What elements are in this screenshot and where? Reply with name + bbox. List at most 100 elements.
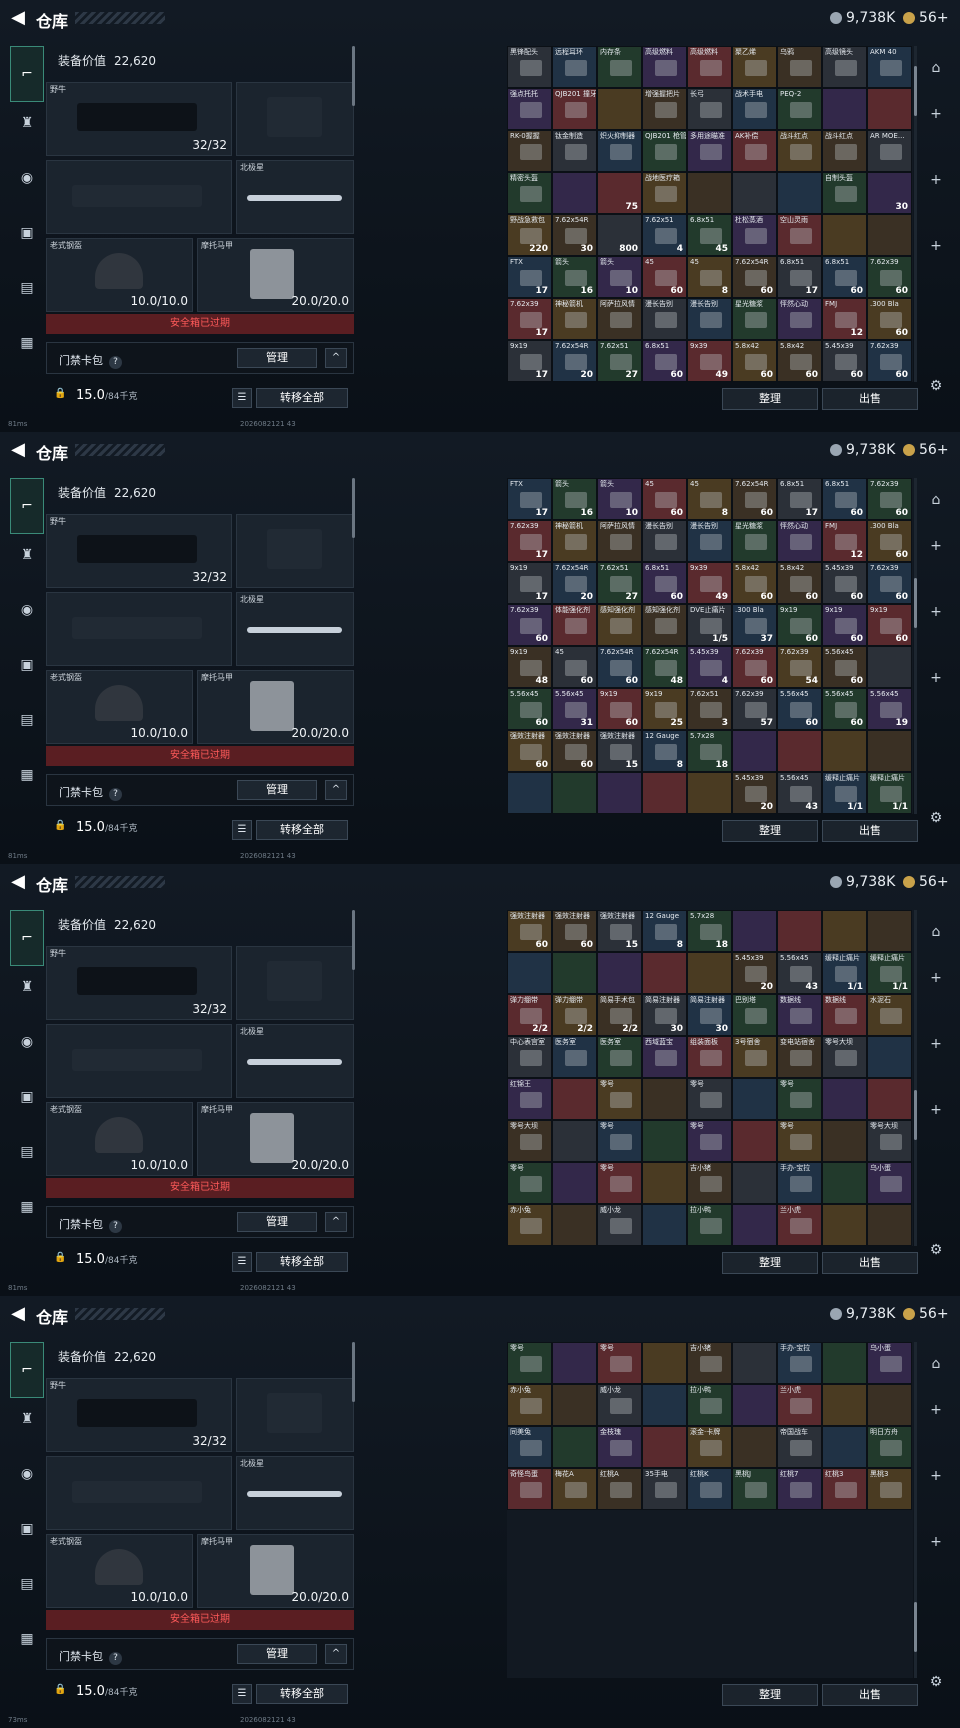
stash-item[interactable]: 箭头 10 — [597, 256, 642, 298]
stash-item[interactable] — [687, 172, 732, 214]
add-tab-icon[interactable]: + — [924, 604, 948, 628]
stash-item[interactable] — [732, 1204, 777, 1246]
stash-item[interactable]: 7.62x39 60 — [867, 256, 912, 298]
collapse-up-icon[interactable]: ^ — [325, 1644, 347, 1664]
stash-item[interactable]: 9x19 48 — [507, 646, 552, 688]
stash-item[interactable]: 增强握把片 — [642, 88, 687, 130]
stash-item[interactable] — [507, 772, 552, 814]
helmet-slot[interactable]: 老式钢盔 10.0/10.0 — [46, 1534, 193, 1608]
stash-scrollbar[interactable] — [914, 46, 917, 382]
secondary-weapon-slot[interactable] — [46, 160, 232, 234]
stash-item[interactable] — [687, 772, 732, 814]
stash-item[interactable]: 6.8x51 60 — [822, 478, 867, 520]
stash-item[interactable]: 黑锋配头 — [507, 46, 552, 88]
stash-item[interactable]: 7.62x54R 30 — [552, 214, 597, 256]
stash-item[interactable] — [642, 952, 687, 994]
stash-item[interactable] — [867, 88, 912, 130]
stash-item[interactable] — [822, 1426, 867, 1468]
pistol-icon[interactable]: ⌐ — [10, 46, 44, 102]
stash-item[interactable] — [867, 730, 912, 772]
stash-item[interactable]: 威小龙 — [597, 1204, 642, 1246]
stash-item[interactable]: RK-0握握 — [507, 130, 552, 172]
stash-item[interactable]: 7.62x39 60 — [732, 646, 777, 688]
stash-item[interactable]: 5.8x42 60 — [777, 562, 822, 604]
settings-gear-icon[interactable]: ⚙ — [924, 1674, 948, 1698]
stash-item[interactable]: 数据线 — [822, 994, 867, 1036]
armor-slot[interactable]: 摩托马甲 20.0/20.0 — [197, 670, 354, 744]
stash-item[interactable]: 漫长告别 — [687, 298, 732, 340]
stash-item[interactable]: 红桃A — [597, 1468, 642, 1510]
stash-item[interactable]: 空山灵雨 — [777, 214, 822, 256]
stash-item[interactable]: 5.45x39 20 — [732, 952, 777, 994]
stash-item[interactable]: 炽火抑制器 — [597, 130, 642, 172]
stash-item[interactable] — [552, 1078, 597, 1120]
help-icon[interactable]: ? — [109, 1652, 122, 1665]
stash-item[interactable]: 12 Gauge 8 — [642, 910, 687, 952]
stash-item[interactable] — [867, 910, 912, 952]
case-icon[interactable]: ▦ — [10, 328, 44, 358]
armor-icon[interactable]: ♜ — [10, 1404, 44, 1434]
stash-item[interactable]: 7.62x54R 20 — [552, 340, 597, 382]
stash-item[interactable]: 红桃K — [687, 1468, 732, 1510]
stash-item[interactable]: 高级镜头 — [822, 46, 867, 88]
stash-item[interactable]: 7.62x51 27 — [597, 562, 642, 604]
stash-item[interactable]: 零号 — [687, 1078, 732, 1120]
stash-item[interactable]: 5.7x28 18 — [687, 910, 732, 952]
stash-item[interactable]: 战斗红点 — [822, 130, 867, 172]
stash-item[interactable]: 内存条 — [597, 46, 642, 88]
stash-item[interactable]: 威小龙 — [597, 1384, 642, 1426]
stash-item[interactable]: 星光糖浆 — [732, 298, 777, 340]
stash-item[interactable]: 赤小兔 — [507, 1204, 552, 1246]
stash-item[interactable]: 零号 — [597, 1342, 642, 1384]
bag-icon[interactable]: ▣ — [10, 218, 44, 248]
primary-weapon-slot[interactable]: 野牛 32/32 — [46, 1378, 232, 1452]
gold-balance[interactable]: 56+ — [903, 1306, 949, 1322]
back-arrow-icon[interactable]: ◀ — [8, 440, 28, 460]
stash-item[interactable]: 45 60 — [552, 646, 597, 688]
bag-icon[interactable]: ▣ — [10, 1082, 44, 1112]
stash-scroll-thumb[interactable] — [914, 578, 917, 628]
stash-item[interactable]: 5.56x45 60 — [777, 688, 822, 730]
stash-item[interactable]: 远程耳环 — [552, 46, 597, 88]
ammo-icon[interactable]: ▤ — [10, 273, 44, 303]
secondary-weapon-slot[interactable] — [46, 592, 232, 666]
stash-item[interactable]: 零号 — [777, 1120, 822, 1162]
stash-item[interactable] — [732, 1426, 777, 1468]
stash-item[interactable]: 9x19 25 — [642, 688, 687, 730]
stash-item[interactable]: 漫长告别 — [687, 520, 732, 562]
stash-item[interactable]: 7.62x54R 60 — [732, 478, 777, 520]
helmet-slot[interactable]: 老式钢盔 10.0/10.0 — [46, 238, 193, 312]
stash-tab-icon[interactable]: ⌂ — [924, 1356, 948, 1380]
stash-item[interactable] — [642, 1426, 687, 1468]
primary-weapon-slot[interactable]: 野牛 32/32 — [46, 82, 232, 156]
stash-item[interactable]: 零号 — [597, 1162, 642, 1204]
manage-button[interactable]: 管理 — [237, 780, 317, 800]
stash-item[interactable]: 强点托托 — [507, 88, 552, 130]
stash-item[interactable] — [777, 730, 822, 772]
stash-item[interactable]: 简易注射器 30 — [687, 994, 732, 1036]
stash-item[interactable]: 5.45x39 60 — [822, 340, 867, 382]
pistol-slot[interactable] — [236, 514, 354, 588]
armor-icon[interactable]: ♜ — [10, 972, 44, 1002]
equip-scrollbar[interactable] — [352, 1342, 355, 1402]
safe-box-expired-warning[interactable]: 安全箱已过期 — [46, 1610, 354, 1630]
armor-slot[interactable]: 摩托马甲 20.0/20.0 — [197, 1102, 354, 1176]
melee-slot[interactable]: 北极星 — [236, 1456, 354, 1530]
stash-item[interactable] — [867, 214, 912, 256]
stash-item[interactable] — [597, 88, 642, 130]
stash-item[interactable]: 长弓 — [687, 88, 732, 130]
stash-item[interactable]: 聚乙烯 — [732, 46, 777, 88]
stash-item[interactable]: 金枝瑰 — [597, 1426, 642, 1468]
stash-item[interactable]: 9x19 60 — [777, 604, 822, 646]
stash-item[interactable] — [732, 1384, 777, 1426]
stash-item[interactable]: QJB201 撞牙弹匣 — [552, 88, 597, 130]
stash-item[interactable]: .300 Bla 37 — [732, 604, 777, 646]
melee-slot[interactable]: 北极星 — [236, 1024, 354, 1098]
stash-item[interactable]: 9x19 17 — [507, 562, 552, 604]
armor-icon[interactable]: ♜ — [10, 108, 44, 138]
stash-item[interactable]: 漫长告别 — [642, 520, 687, 562]
stash-item[interactable]: 800 — [597, 214, 642, 256]
stash-item[interactable] — [732, 910, 777, 952]
stash-item[interactable]: 自制头盔 — [822, 172, 867, 214]
stash-item[interactable]: 体能强化剂 — [552, 604, 597, 646]
